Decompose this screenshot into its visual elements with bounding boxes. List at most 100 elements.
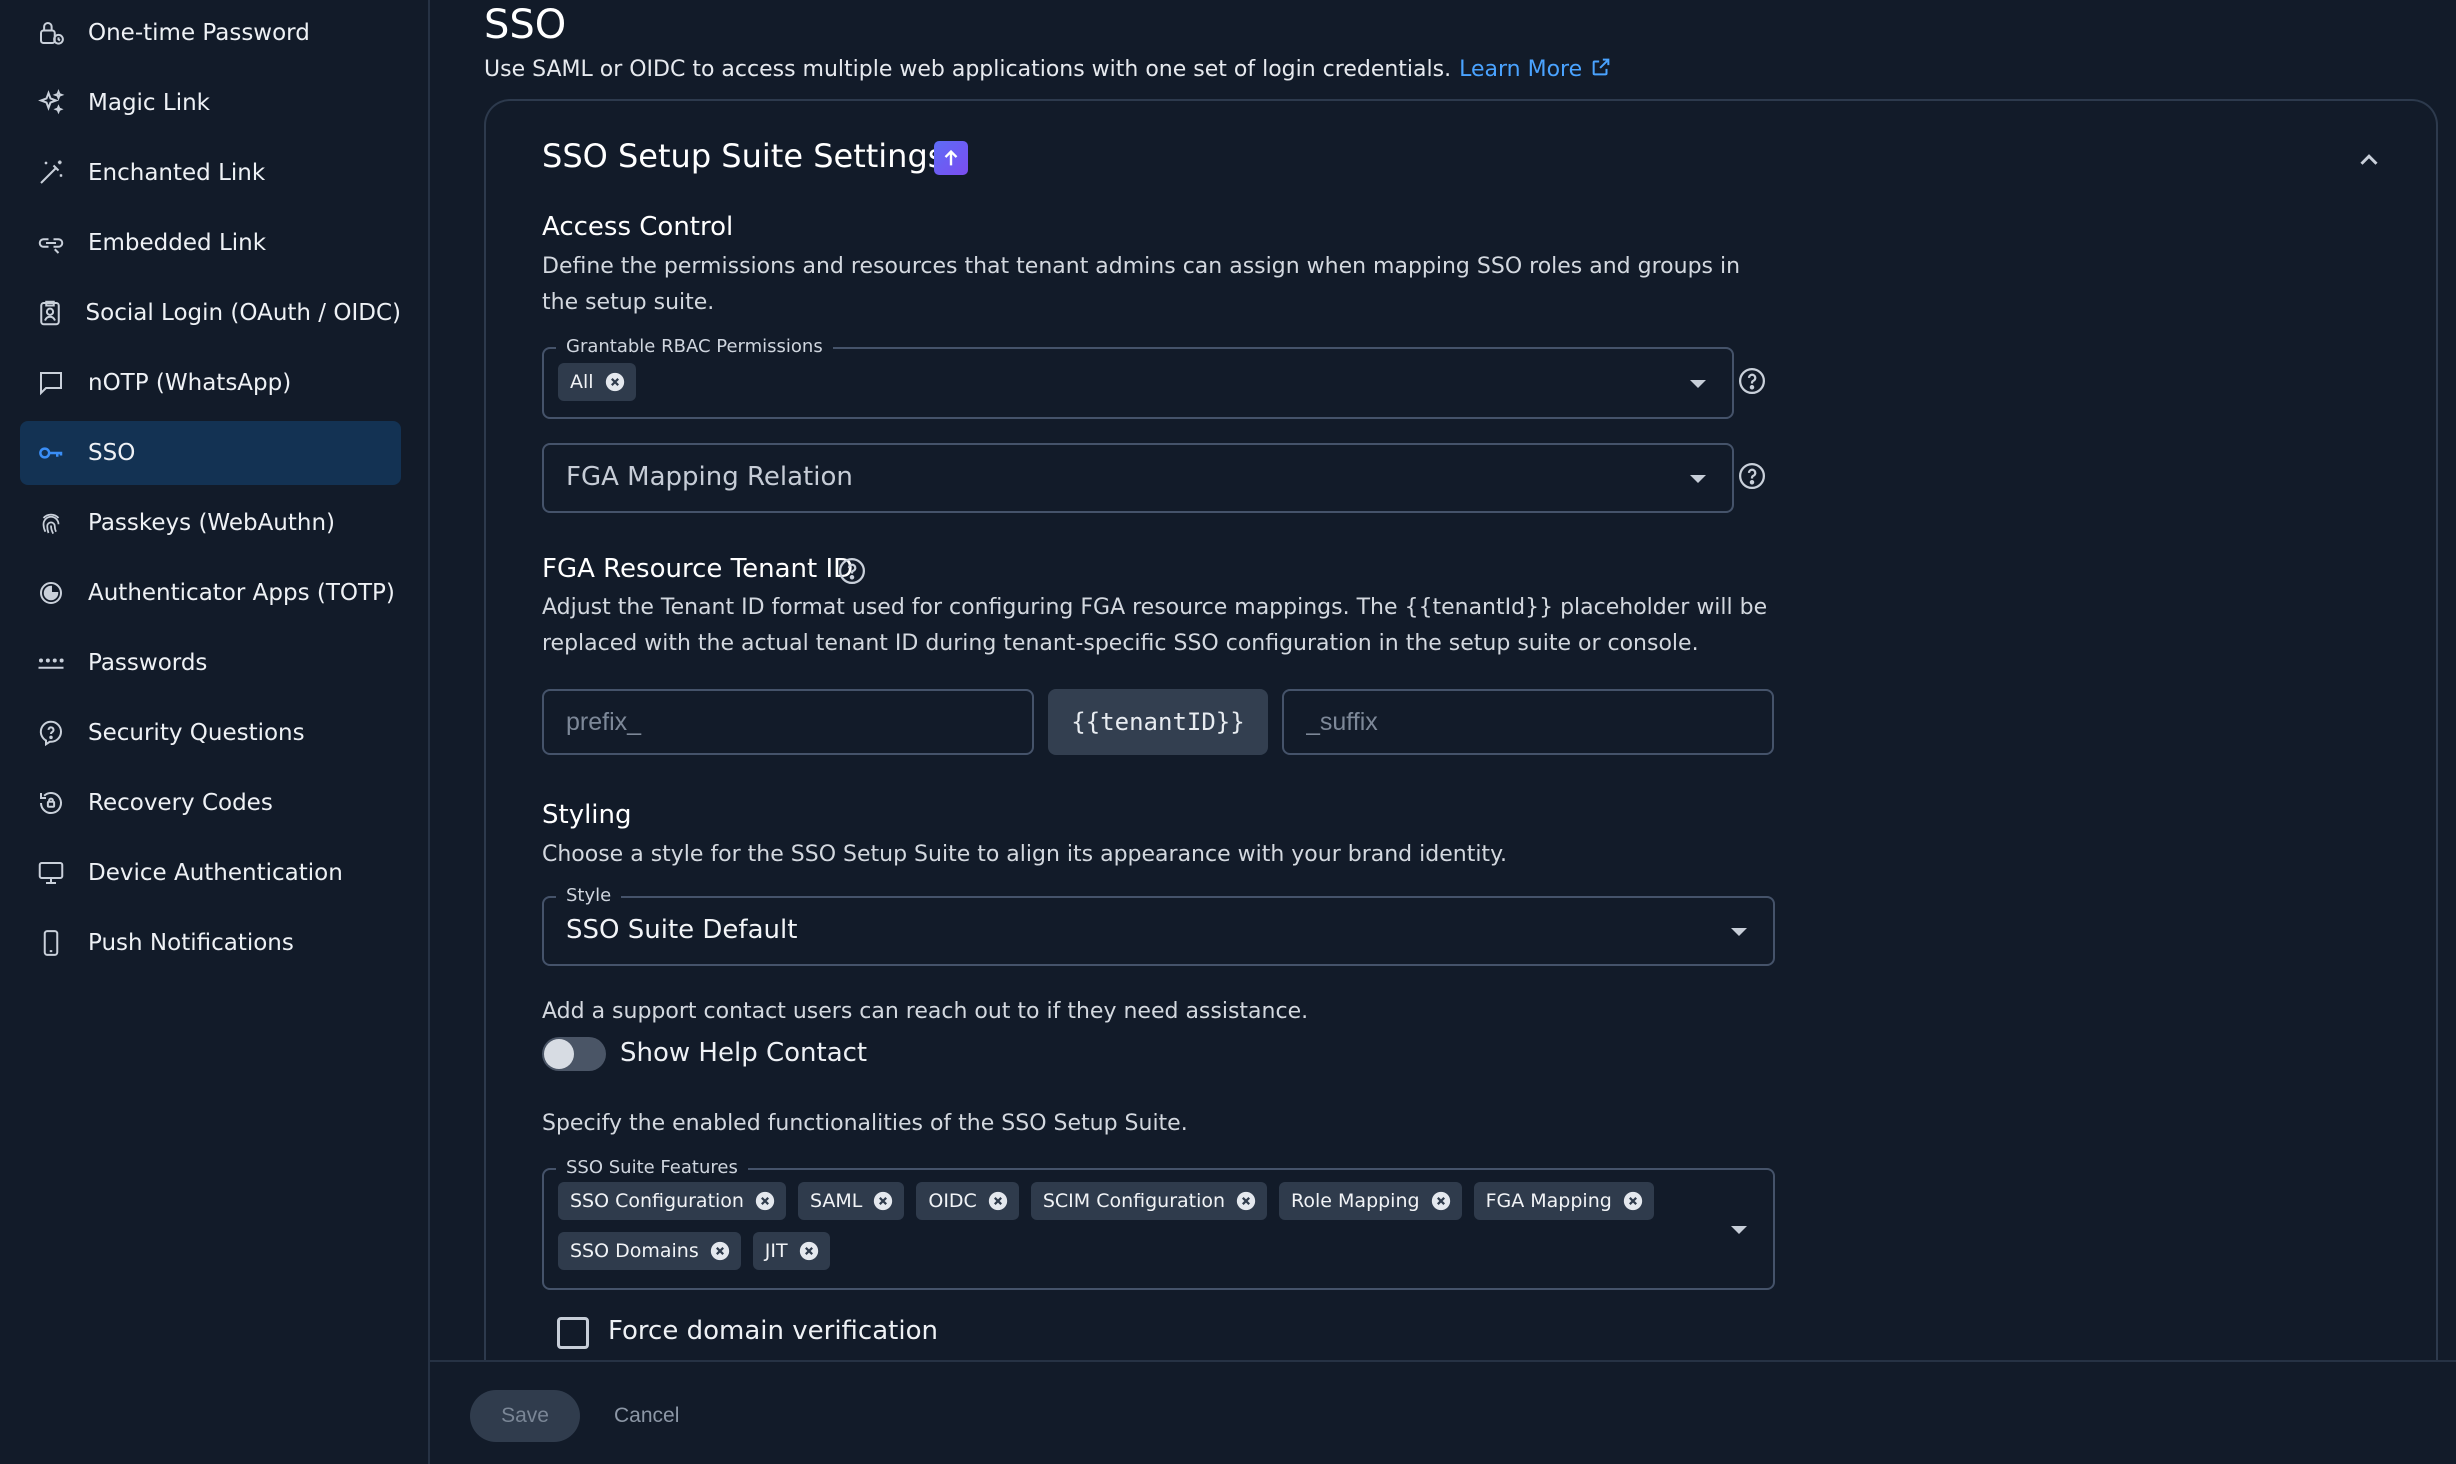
fga-tenant-title: FGA Resource Tenant ID (542, 554, 854, 584)
help-circle-icon[interactable] (1737, 461, 1767, 491)
sidebar-item-label: Security Questions (88, 720, 305, 746)
sidebar-item-label: Device Authentication (88, 860, 343, 886)
dropdown-caret-icon (1690, 475, 1706, 483)
sidebar-item-authenticator-apps[interactable]: Authenticator Apps (TOTP) (20, 561, 401, 625)
magic-wand-icon (34, 156, 68, 190)
chip-remove-icon[interactable] (754, 1190, 776, 1212)
chip-label: Role Mapping (1291, 1190, 1420, 1212)
save-button[interactable]: Save (470, 1390, 580, 1442)
cancel-button[interactable]: Cancel (600, 1390, 693, 1442)
fga-mapping-relation-select[interactable]: FGA Mapping Relation (542, 443, 1734, 513)
feature-chip-role-mapping[interactable]: Role Mapping (1279, 1182, 1462, 1220)
help-circle-icon[interactable] (837, 556, 867, 586)
sidebar-item-label: Recovery Codes (88, 790, 273, 816)
upgrade-badge[interactable] (934, 141, 968, 175)
footer-action-bar: Save Cancel (430, 1360, 2456, 1464)
sidebar-item-passkeys[interactable]: Passkeys (WebAuthn) (20, 491, 401, 555)
monitor-icon (34, 856, 68, 890)
chip-remove-icon[interactable] (798, 1240, 820, 1262)
sidebar-item-label: nOTP (WhatsApp) (88, 370, 292, 396)
sso-suite-features-select[interactable]: SSO Suite Features SSO Configuration SAM… (542, 1157, 1775, 1290)
chip-remove-icon[interactable] (1622, 1190, 1644, 1212)
force-domain-verification-label: Force domain verification (608, 1316, 938, 1346)
phone-icon (34, 926, 68, 960)
question-shield-icon (34, 716, 68, 750)
arrow-up-icon (944, 149, 958, 166)
styling-title: Styling (542, 800, 632, 830)
page-description: Use SAML or OIDC to access multiple web … (484, 56, 1612, 82)
chip-label: JIT (764, 1240, 788, 1262)
chevron-up-icon[interactable] (2354, 145, 2384, 175)
sidebar-item-security-questions[interactable]: Security Questions (20, 701, 401, 765)
sidebar-item-label: Authenticator Apps (TOTP) (88, 580, 395, 606)
tenant-prefix-input[interactable] (542, 689, 1034, 755)
sidebar-item-embedded-link[interactable]: Embedded Link (20, 211, 401, 275)
rbac-permissions-select[interactable]: Grantable RBAC Permissions All (542, 336, 1734, 419)
page-title: SSO (484, 2, 567, 48)
sidebar-item-recovery-codes[interactable]: Recovery Codes (20, 771, 401, 835)
rbac-chip-list: All (558, 363, 648, 401)
chip-label: SCIM Configuration (1042, 1190, 1226, 1212)
learn-more-label: Learn More (1459, 57, 1583, 82)
show-help-contact-toggle[interactable] (542, 1037, 606, 1071)
sidebar-item-passwords[interactable]: Passwords (20, 631, 401, 695)
sidebar-item-label: Push Notifications (88, 930, 294, 956)
chip-label: SAML (809, 1190, 863, 1212)
fga-mapping-placeholder: FGA Mapping Relation (566, 462, 853, 492)
sidebar-item-enchanted-link[interactable]: Enchanted Link (20, 141, 401, 205)
sidebar-item-label: SSO (88, 440, 136, 466)
toggle-knob (544, 1039, 574, 1069)
chip-remove-icon[interactable] (987, 1190, 1009, 1212)
style-select[interactable]: Style SSO Suite Default (542, 885, 1775, 966)
rbac-chip-all[interactable]: All (558, 363, 636, 401)
sidebar-item-magic-link[interactable]: Magic Link (20, 71, 401, 135)
chip-remove-icon[interactable] (604, 371, 626, 393)
feature-chip-fga-mapping[interactable]: FGA Mapping (1473, 1182, 1654, 1220)
sidebar-item-label: Enchanted Link (88, 160, 266, 186)
sidebar-item-one-time-password[interactable]: One-time Password (20, 1, 401, 65)
access-control-description: Define the permissions and resources tha… (542, 254, 1741, 315)
tenant-id-token: {{tenantID}} (1048, 689, 1268, 755)
styling-description: Choose a style for the SSO Setup Suite t… (542, 842, 1507, 867)
show-help-contact-label: Show Help Contact (620, 1038, 868, 1068)
feature-chip-oidc[interactable]: OIDC (916, 1182, 1019, 1220)
sidebar-item-sso[interactable]: SSO (20, 421, 401, 485)
chip-label: SSO Configuration (570, 1190, 744, 1212)
sparkles-icon (34, 86, 68, 120)
style-value: SSO Suite Default (566, 915, 798, 945)
features-label: SSO Suite Features (556, 1157, 748, 1178)
fga-tenant-description: Adjust the Tenant ID format used for con… (542, 595, 1768, 656)
chip-remove-icon[interactable] (872, 1190, 894, 1212)
chip-remove-icon[interactable] (1235, 1190, 1257, 1212)
feature-chip-jit[interactable]: JIT (752, 1232, 830, 1270)
feature-chip-scim-configuration[interactable]: SCIM Configuration (1030, 1182, 1268, 1220)
fingerprint-icon (34, 506, 68, 540)
sidebar-item-label: Passkeys (WebAuthn) (88, 510, 336, 536)
sidebar-item-notp-whatsapp[interactable]: nOTP (WhatsApp) (20, 351, 401, 415)
password-dots-icon (34, 646, 68, 680)
feature-chip-sso-domains[interactable]: SSO Domains (558, 1232, 741, 1270)
sidebar-item-label: One-time Password (88, 20, 310, 46)
feature-chip-saml[interactable]: SAML (797, 1182, 905, 1220)
tenant-suffix-input[interactable] (1282, 689, 1774, 755)
chip-remove-icon[interactable] (1430, 1190, 1452, 1212)
style-label: Style (556, 885, 622, 906)
id-badge-icon (34, 296, 66, 330)
force-domain-verification-checkbox[interactable] (557, 1317, 589, 1349)
chip-label: SSO Domains (570, 1240, 699, 1262)
sidebar-item-social-login[interactable]: Social Login (OAuth / OIDC) (20, 281, 401, 345)
sidebar-item-push-notifications[interactable]: Push Notifications (20, 911, 401, 975)
help-circle-icon[interactable] (1737, 366, 1767, 396)
access-control-title: Access Control (542, 212, 734, 242)
authenticator-icon (34, 576, 68, 610)
feature-chip-sso-configuration[interactable]: SSO Configuration (558, 1182, 786, 1220)
link-icon (34, 226, 68, 260)
features-description: Specify the enabled functionalities of t… (542, 1111, 1188, 1136)
chip-remove-icon[interactable] (709, 1240, 731, 1262)
dropdown-caret-icon (1731, 928, 1747, 936)
chip-label: FGA Mapping (1485, 1190, 1612, 1212)
sidebar-item-label: Social Login (OAuth / OIDC) (85, 300, 401, 326)
sidebar-item-device-authentication[interactable]: Device Authentication (20, 841, 401, 905)
learn-more-link[interactable]: Learn More (1459, 57, 1612, 82)
sidebar: One-time Password Magic Link Enchanted L… (0, 0, 430, 1464)
